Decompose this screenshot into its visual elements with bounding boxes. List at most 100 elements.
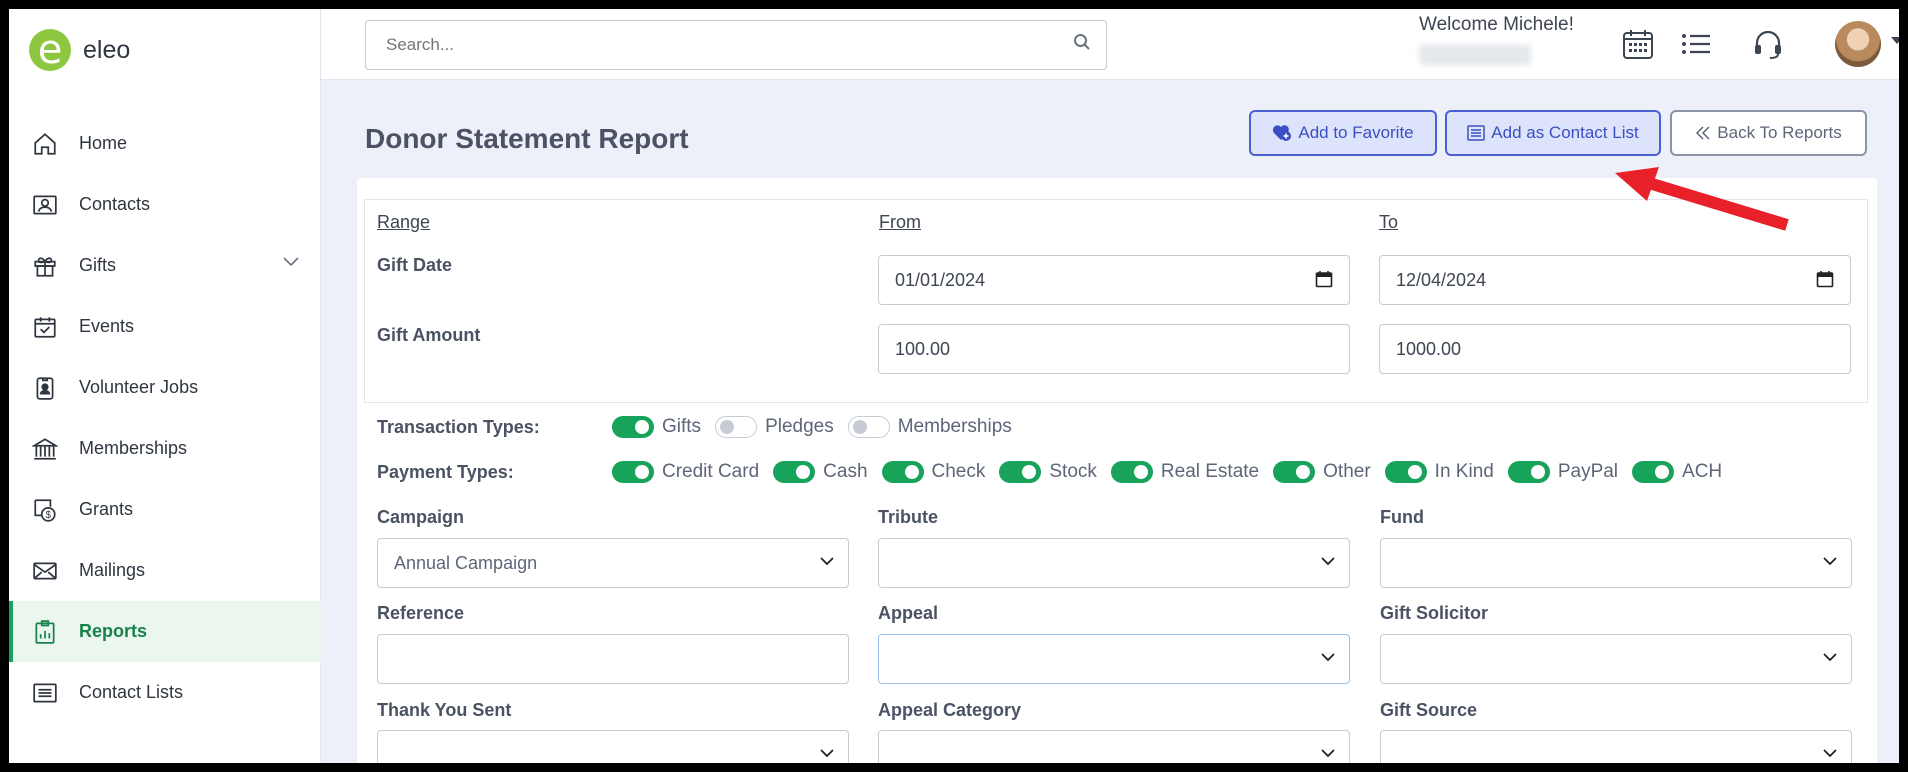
report-icon <box>31 618 59 646</box>
toggle-paypal[interactable]: PayPal <box>1507 461 1618 483</box>
top-bar: Welcome Michele! <box>321 9 1899 80</box>
sidebar-item-label: Events <box>79 316 135 336</box>
toggle-ach[interactable]: ACH <box>1632 461 1722 483</box>
gift-source-label: Gift Source <box>1380 700 1478 720</box>
appeal-category-label: Appeal Category <box>878 700 1022 720</box>
campaign-select[interactable]: Annual Campaign <box>377 538 849 588</box>
toggle-other[interactable]: Other <box>1273 461 1371 483</box>
tribute-select[interactable] <box>878 538 1350 588</box>
annotation-arrow <box>1615 167 1789 231</box>
gift-date-to-input[interactable]: 12/04/2024 <box>1379 255 1851 305</box>
appeal-label: Appeal <box>878 603 939 623</box>
contacts-icon <box>31 191 59 219</box>
welcome-text: Welcome Michele! <box>1419 14 1574 35</box>
gift-amount-to-input[interactable]: 1000.00 <box>1379 324 1851 374</box>
toggle-switch[interactable] <box>612 461 654 483</box>
toggle-switch[interactable] <box>847 416 890 438</box>
sidebar-item-contact-lists[interactable]: Contact Lists <box>9 662 321 723</box>
toggle-switch[interactable] <box>1507 461 1550 483</box>
sidebar: e eleo Home Contacts Gifts Events Volunt… <box>9 9 321 763</box>
reference-label: Reference <box>377 603 465 623</box>
gift-icon <box>31 252 59 280</box>
toggle-switch[interactable] <box>1384 461 1427 483</box>
sidebar-item-events[interactable]: Events <box>9 296 321 357</box>
toggle-gifts[interactable]: Gifts <box>612 416 701 438</box>
toggle-real-estate[interactable]: Real Estate <box>1110 461 1260 483</box>
gift-solicitor-label: Gift Solicitor <box>1380 603 1488 623</box>
calendar-icon[interactable] <box>1621 27 1655 61</box>
campaign-label: Campaign <box>377 507 465 527</box>
sidebar-item-label: Home <box>79 133 128 153</box>
back-to-reports-label: Back To Reports <box>1717 123 1842 142</box>
toggle-switch[interactable] <box>715 416 758 438</box>
gift-date-from-input[interactable]: 01/01/2024 <box>878 255 1350 305</box>
search-input[interactable] <box>365 20 1107 70</box>
back-to-reports-button[interactable]: Back To Reports <box>1670 110 1867 156</box>
toggle-label: Real Estate <box>1160 461 1260 482</box>
toggle-label: Memberships <box>897 416 1012 437</box>
sidebar-item-memberships[interactable]: Memberships <box>9 418 321 479</box>
sidebar-item-mailings[interactable]: Mailings <box>9 540 321 601</box>
sidebar-item-volunteer-jobs[interactable]: Volunteer Jobs <box>9 357 321 418</box>
toggle-check[interactable]: Check <box>881 461 985 483</box>
toggle-switch[interactable] <box>1273 461 1316 483</box>
organization-name-blurred <box>1419 45 1531 65</box>
task-list-icon[interactable] <box>1679 27 1713 61</box>
chevron-down-icon <box>820 557 834 566</box>
sidebar-item-grants[interactable]: $ Grants <box>9 479 321 540</box>
list-box-icon <box>1467 125 1486 141</box>
sidebar-item-label: Volunteer Jobs <box>79 377 199 397</box>
thank-you-sent-select[interactable] <box>377 730 849 763</box>
add-as-contact-list-button[interactable]: Add as Contact List <box>1445 110 1661 156</box>
sidebar-item-home[interactable]: Home <box>9 113 321 174</box>
toggle-label: Credit Card <box>662 461 760 482</box>
toggle-switch[interactable] <box>1632 461 1675 483</box>
toggle-switch[interactable] <box>773 461 816 483</box>
app-window: e eleo Home Contacts Gifts Events Volunt… <box>9 9 1899 763</box>
gift-source-select[interactable] <box>1380 730 1852 763</box>
search-icon[interactable] <box>1073 33 1091 51</box>
sidebar-item-label: Contacts <box>79 194 151 214</box>
toggle-switch[interactable] <box>612 416 654 438</box>
fund-select[interactable] <box>1380 538 1852 588</box>
chevron-down-icon <box>1823 653 1837 662</box>
logo[interactable]: e eleo <box>29 29 130 71</box>
toggle-switch[interactable] <box>1110 461 1153 483</box>
toggle-pledges[interactable]: Pledges <box>715 416 834 438</box>
caret-down-icon[interactable] <box>1891 37 1899 45</box>
calendar-icon[interactable] <box>1816 270 1834 288</box>
logo-text: eleo <box>83 35 131 64</box>
toggle-memberships[interactable]: Memberships <box>847 416 1012 438</box>
toggle-cash[interactable]: Cash <box>773 461 868 483</box>
reference-input[interactable] <box>377 634 849 684</box>
eleo-logo-icon: e <box>29 29 71 71</box>
gift-date-from-value: 01/01/2024 <box>895 269 986 290</box>
add-to-favorite-button[interactable]: Add to Favorite <box>1249 110 1437 156</box>
toggle-switch[interactable] <box>999 461 1042 483</box>
toggle-in-kind[interactable]: In Kind <box>1384 461 1494 483</box>
headset-icon[interactable] <box>1751 27 1785 61</box>
sidebar-item-reports[interactable]: Reports <box>9 601 321 662</box>
payment-types-label: Payment Types: <box>377 462 514 482</box>
calendar-icon[interactable] <box>1315 270 1333 288</box>
toggle-credit-card[interactable]: Credit Card <box>612 461 759 483</box>
appeal-select[interactable] <box>878 634 1350 684</box>
gift-amount-from-input[interactable]: 100.00 <box>878 324 1350 374</box>
chevron-down-icon[interactable] <box>283 257 299 267</box>
tribute-label: Tribute <box>878 507 939 527</box>
sidebar-item-contacts[interactable]: Contacts <box>9 174 321 235</box>
avatar[interactable] <box>1835 21 1881 67</box>
gift-solicitor-select[interactable] <box>1380 634 1852 684</box>
toggle-label: In Kind <box>1434 461 1494 482</box>
chevron-down-icon <box>1823 557 1837 566</box>
payment-types-toggles: Credit Card Cash Check Stock Real Estate… <box>612 461 1736 483</box>
home-icon <box>31 130 59 158</box>
page-title: Donor Statement Report <box>365 123 689 154</box>
toggle-switch[interactable] <box>881 461 924 483</box>
toggle-stock[interactable]: Stock <box>999 461 1097 483</box>
sidebar-item-label: Gifts <box>79 255 117 275</box>
sidebar-item-gifts[interactable]: Gifts <box>9 235 321 296</box>
toggle-label: Other <box>1323 461 1371 482</box>
toggle-label: Gifts <box>662 416 702 437</box>
appeal-category-select[interactable] <box>878 730 1350 763</box>
